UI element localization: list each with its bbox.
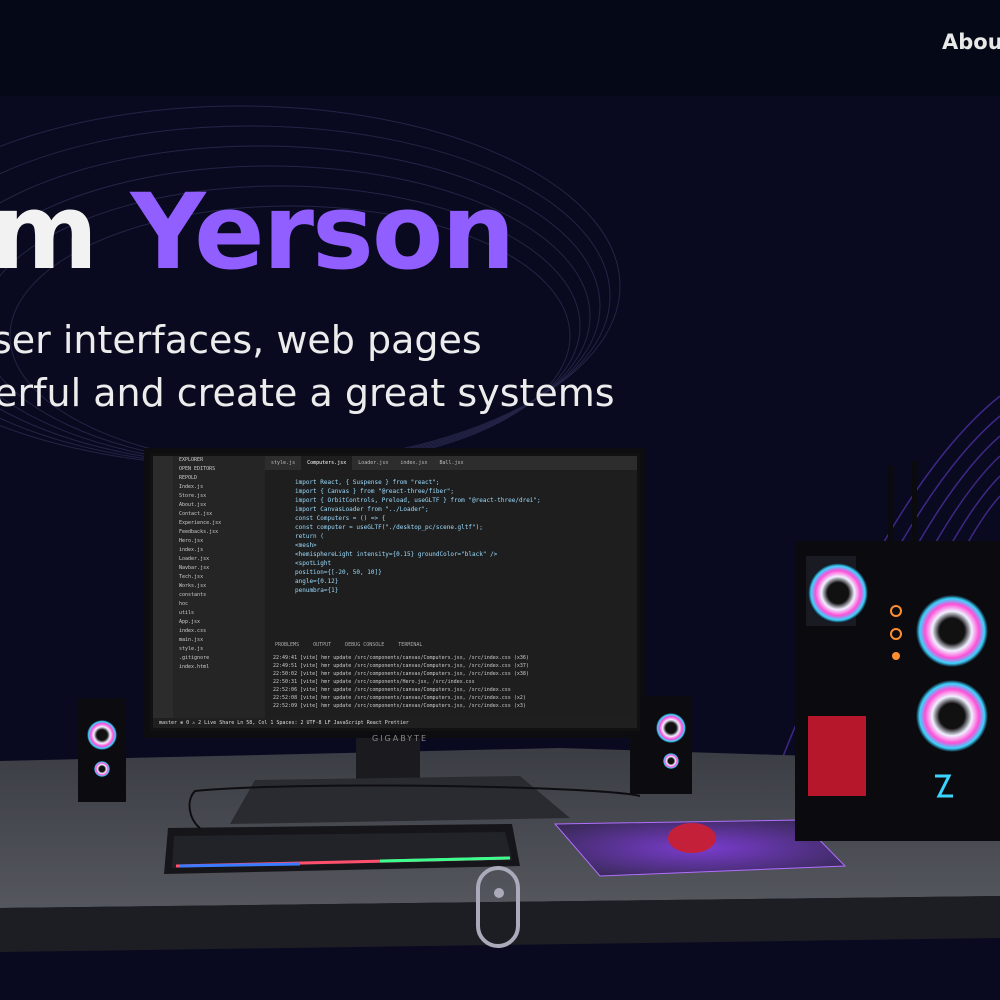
code-line: import { Canvas } from "@react-three/fib… [295,488,454,495]
explorer-file-item: REPOLD [179,475,198,481]
navbar: Abou [0,0,1000,96]
terminal-line: 22:52:09 [vite] hmr update /src/componen… [273,703,526,709]
speaker-left [78,698,126,802]
nav-link-about[interactable]: Abou [942,30,1000,54]
terminal-line: 22:52:08 [vite] hmr update /src/componen… [273,695,526,701]
terminal-line: 22:50:31 [vite] hmr update /src/componen… [273,679,475,685]
editor-activity-bar [153,456,173,728]
explorer-file-item: hoc [179,601,189,607]
explorer-file-item: EXPLORER [179,457,204,463]
terminal-tab: OUTPUT [313,642,332,648]
explorer-file-item: style.js [179,646,204,652]
explorer-file-item: index.css [179,628,207,634]
explorer-file-item: index.js [179,547,204,553]
rgb-keyboard [164,824,520,874]
explorer-file-item: Loader.jsx [179,556,210,562]
code-line: angle={0.12} [295,578,339,585]
scroll-down-indicator[interactable] [476,866,520,948]
explorer-file-item: Navbar.jsx [179,565,210,571]
monitor-base [230,776,570,824]
explorer-file-item: .gitignore [179,655,210,661]
terminal-tab: TERMINAL [398,642,423,648]
scroll-indicator-dot [494,888,504,898]
explorer-file-item: OPEN EDITORS [179,466,216,472]
gaming-mouse [668,823,716,853]
terminal-output: 22:49:41 [vite] hmr update /src/componen… [265,654,637,718]
editor-tab: index.jsx [400,460,428,466]
code-line: <hemisphereLight intensity={0.15} ground… [295,551,498,558]
code-line: import { OrbitControls, Preload, useGLTF… [295,497,541,504]
code-line: const Computers = () => { [295,515,386,522]
explorer-file-item: App.jsx [179,619,201,625]
editor-tab-bar: style.js Computers.jsx Loader.jsx index.jsx… [265,456,637,470]
explorer-file-item: Feedbacks.jsx [179,529,219,535]
explorer-file-item: utils [179,610,195,616]
editor-file-explorer: EXPLORER OPEN EDITORS REPOLD Index.js Store.… [173,456,265,728]
code-line: <spotLight [295,560,332,567]
code-line: position={[-20, 50, 10]} [295,569,382,576]
editor-code-area: import React, { Suspense } from "react";… [265,478,637,638]
terminal-tab: PROBLEMS [275,642,300,648]
terminal-line: 22:50:02 [vite] hmr update /src/componen… [273,671,529,677]
editor-tab: Loader.jsx [358,460,389,466]
terminal-tab-bar: PROBLEMS OUTPUT DEBUG CONSOLE TERMINAL [265,642,637,652]
gaming-pc-case [795,461,1000,841]
explorer-file-item: Hero.jsx [179,538,204,544]
editor-tab: Computers.jsx [301,456,353,470]
code-line: return ( [295,533,324,540]
explorer-file-item: Tech.jsx [179,574,204,580]
code-line: const computer = useGLTF("./desktop_pc/s… [295,524,483,531]
terminal-tab: DEBUG CONSOLE [345,642,385,648]
explorer-file-item: Contact.jsx [179,511,213,517]
monitor-brand-label: GIGABYTE [372,734,429,743]
editor-status-bar: master ⊗ 0 ⚠ 2 Live Share Ln 58, Col 1 S… [153,718,637,728]
monitor-screen-code-editor: EXPLORER OPEN EDITORS REPOLD Index.js Store.… [150,453,640,731]
code-line: <mesh> [295,542,317,549]
editor-tab: Ball.jsx [439,460,464,466]
explorer-file-item: main.jsx [179,637,204,643]
explorer-file-item: Experience.jsx [179,520,222,526]
terminal-line: 22:49:41 [vite] hmr update /src/componen… [273,655,529,661]
explorer-file-item: index.html [179,664,210,670]
code-line: penumbra={1} [295,587,339,594]
code-line: import React, { Suspense } from "react"; [295,479,440,486]
hero-section: 'm Yerson ser interfaces, web pages derf… [0,96,1000,1000]
explorer-file-item: About.jsx [179,502,207,508]
terminal-line: 22:49:51 [vite] hmr update /src/componen… [273,663,529,669]
explorer-file-item: Works.jsx [179,583,207,589]
terminal-line: 22:52:06 [vite] hmr update /src/componen… [273,687,511,693]
code-line: import CanvasLoader from "../Loader"; [295,506,429,513]
explorer-file-item: constants [179,592,207,598]
editor-tab: style.js [271,460,296,466]
explorer-file-item: Index.js [179,484,204,490]
explorer-file-item: Store.jsx [179,493,207,499]
